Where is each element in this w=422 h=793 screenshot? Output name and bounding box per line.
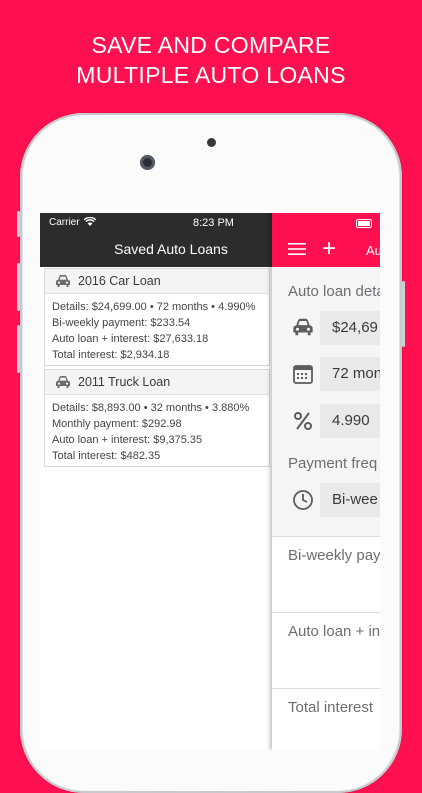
mute-switch	[17, 211, 20, 237]
loan-term-field[interactable]: 72 mon	[320, 357, 380, 391]
interest-result-label: Total interest	[288, 699, 374, 716]
loan-card-header: 2011 Truck Loan	[45, 370, 269, 395]
loan-plus-interest: Auto loan + interest: $9,375.35	[52, 434, 203, 446]
car-icon	[293, 318, 313, 336]
calculator-panel: + Au Auto loan deta $24,69 72 mon 4.990 …	[272, 213, 380, 750]
loan-details: Details: $8,893.00 • 32 months • 3.880%	[52, 402, 250, 414]
menu-icon[interactable]	[288, 241, 306, 257]
loan-payment: Bi-weekly payment: $233.54	[52, 317, 191, 329]
status-time: 8:23 PM	[193, 217, 234, 229]
saved-loans-navbar: Saved Auto Loans	[40, 233, 272, 267]
total-result-block: Auto loan + in	[272, 612, 380, 688]
loan-name: 2016 Car Loan	[78, 274, 161, 288]
payment-result-label: Bi-weekly pay	[288, 547, 380, 564]
loan-payment: Monthly payment: $292.98	[52, 418, 182, 430]
loan-name: 2011 Truck Loan	[78, 375, 171, 389]
percent-icon	[294, 412, 312, 430]
calculator-navbar: + Au	[272, 233, 380, 267]
loan-card[interactable]: 2016 Car Loan Details: $24,699.00 • 72 m…	[44, 268, 270, 366]
headline-line-2: MULTIPLE AUTO LOANS	[76, 62, 346, 88]
loan-amount-field[interactable]: $24,69	[320, 311, 380, 345]
total-result-label: Auto loan + in	[288, 623, 380, 640]
interest-rate-field[interactable]: 4.990	[320, 404, 380, 438]
wifi-icon	[84, 217, 96, 226]
phone-screen: Carrier 8:23 PM Saved Auto Loans 2016 Ca…	[40, 213, 380, 750]
car-icon	[56, 376, 70, 388]
loan-card-header: 2016 Car Loan	[45, 269, 269, 294]
loan-card[interactable]: 2011 Truck Loan Details: $8,893.00 • 32 …	[44, 369, 270, 467]
volume-down-button	[17, 325, 20, 373]
carrier-label: Carrier	[49, 217, 80, 228]
calendar-icon	[293, 365, 313, 384]
loan-total-interest: Total interest: $482.35	[52, 450, 161, 462]
front-camera	[140, 155, 155, 170]
loan-details-section-label: Auto loan deta	[288, 283, 380, 300]
headline-line-1: SAVE AND COMPARE	[91, 32, 331, 58]
add-icon[interactable]: +	[322, 237, 336, 261]
volume-up-button	[17, 263, 20, 311]
earpiece	[207, 138, 216, 147]
clock-icon	[293, 490, 313, 510]
loan-details: Details: $24,699.00 • 72 months • 4.990%	[52, 301, 256, 313]
payment-result-block: Bi-weekly pay	[272, 536, 380, 612]
battery-icon	[356, 219, 372, 228]
calculator-status-bar	[272, 213, 380, 233]
calculator-title: Au	[366, 243, 380, 258]
status-bar: Carrier 8:23 PM	[40, 213, 272, 233]
interest-result-block: Total interest	[272, 688, 380, 750]
car-icon	[56, 275, 70, 287]
saved-loans-panel: Carrier 8:23 PM Saved Auto Loans 2016 Ca…	[40, 213, 272, 750]
payment-frequency-section-label: Payment freq	[288, 455, 378, 472]
page-title: Saved Auto Loans	[114, 241, 228, 257]
payment-frequency-select[interactable]: Bi-wee	[320, 483, 380, 517]
loan-total-interest: Total interest: $2,934.18	[52, 349, 170, 361]
power-button	[402, 281, 405, 347]
loan-plus-interest: Auto loan + interest: $27,633.18	[52, 333, 209, 345]
